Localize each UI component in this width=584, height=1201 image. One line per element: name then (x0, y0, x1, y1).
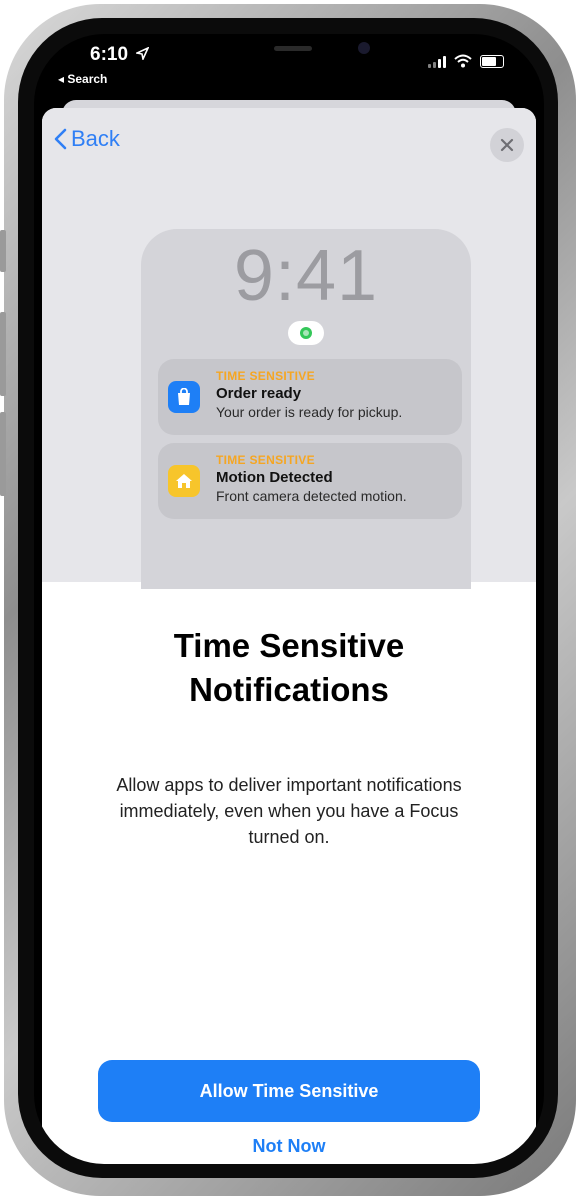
status-time-text: 6:10 (90, 44, 129, 65)
action-button (0, 230, 6, 272)
page-title: Time Sensitive Notifications (42, 624, 536, 712)
volume-down-button (0, 412, 6, 496)
notification-category: TIME SENSITIVE (216, 369, 315, 383)
notification-order-ready: TIME SENSITIVE Order ready Your order is… (158, 359, 462, 435)
chevron-left-icon (54, 128, 67, 150)
phone-screen: 6:10 ◂ Search Back 9:41 TIME SENSITIVE O… (34, 34, 544, 1164)
home-icon (176, 474, 192, 488)
page-description: Allow apps to deliver important notifica… (116, 775, 462, 847)
back-button[interactable]: Back (54, 126, 120, 152)
notch (212, 34, 382, 70)
notification-title: Order ready (216, 385, 302, 402)
status-time: 6:10 (90, 44, 150, 66)
preview-area: Back 9:41 TIME SENSITIVE Order ready You… (42, 108, 536, 589)
allow-time-sensitive-button[interactable]: Allow Time Sensitive (98, 1060, 480, 1122)
app-icon-shopping (168, 381, 200, 413)
not-now-button[interactable]: Not Now (42, 1136, 536, 1157)
notification-body: Your order is ready for pickup. (216, 404, 403, 420)
notification-category: TIME SENSITIVE (216, 453, 315, 467)
back-button-label: Back (71, 126, 120, 151)
notification-body: Front camera detected motion. (216, 488, 407, 504)
close-icon (500, 138, 514, 152)
notification-title: Motion Detected (216, 469, 333, 486)
status-bar: 6:10 ◂ Search (34, 34, 544, 94)
front-camera (358, 42, 370, 54)
shopping-bag-icon (178, 388, 190, 405)
app-icon-home (168, 465, 200, 497)
lock-screen-time: 9:41 (233, 236, 379, 316)
modal-sheet: Back 9:41 TIME SENSITIVE Order ready You… (42, 108, 536, 1164)
wifi-icon (454, 54, 472, 68)
close-button[interactable] (490, 128, 524, 162)
focus-icon (300, 327, 312, 339)
battery-icon (480, 55, 504, 68)
page-title-line1: Time Sensitive (173, 627, 405, 664)
speaker-grille (274, 46, 312, 51)
volume-up-button (0, 312, 6, 396)
status-icons (428, 54, 504, 68)
back-to-search-link[interactable]: ◂ Search (58, 72, 107, 86)
cellular-signal-icon (428, 56, 446, 68)
focus-indicator (288, 321, 324, 345)
location-arrow-icon (134, 46, 150, 62)
page-title-line2: Notifications (189, 671, 389, 708)
notification-motion-detected: TIME SENSITIVE Motion Detected Front cam… (158, 443, 462, 519)
lock-screen-preview: 9:41 TIME SENSITIVE Order ready Your ord… (141, 229, 471, 589)
